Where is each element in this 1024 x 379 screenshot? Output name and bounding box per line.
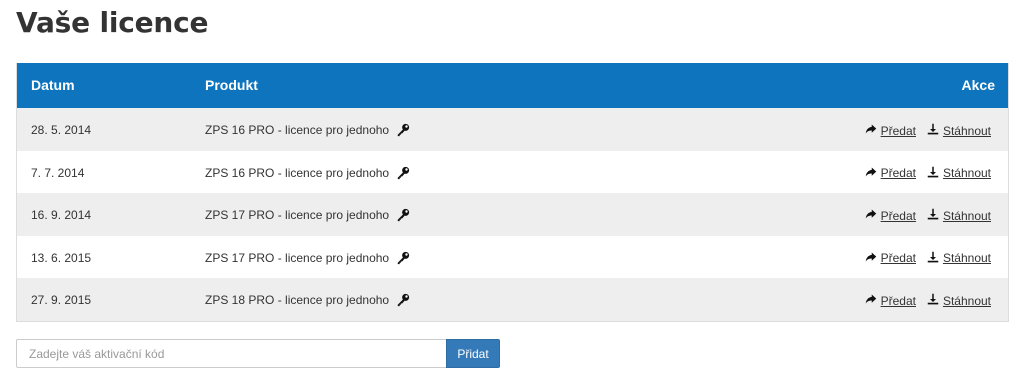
download-label: Stáhnout	[942, 251, 991, 266]
row-actions: Předat Stáhnout	[865, 123, 991, 138]
share-arrow-icon	[865, 293, 881, 308]
row-date: 13. 6. 2015	[31, 250, 92, 265]
row-product: ZPS 17 PRO - licence pro jednoho	[205, 251, 410, 265]
table-row: 7. 7. 2014 ZPS 16 PRO - licence pro jedno…	[17, 150, 1008, 194]
share-arrow-icon	[865, 166, 881, 181]
download-icon	[927, 293, 943, 308]
download-label: Stáhnout	[942, 293, 991, 308]
row-actions: Předat Stáhnout	[865, 208, 991, 223]
row-date: 7. 7. 2014	[31, 165, 85, 180]
row-product: ZPS 16 PRO - licence pro jednoho	[205, 123, 410, 137]
download-link[interactable]: Stáhnout	[927, 123, 991, 138]
row-product-name: ZPS 17 PRO - licence pro jednoho	[205, 250, 390, 265]
share-arrow-icon	[865, 208, 881, 223]
download-link[interactable]: Stáhnout	[927, 251, 991, 266]
row-product-name: ZPS 16 PRO - licence pro jednoho	[205, 123, 390, 137]
download-icon	[927, 251, 943, 266]
download-label: Stáhnout	[942, 208, 991, 223]
add-code-button[interactable]: Přidat	[446, 339, 500, 368]
row-product-name: ZPS 16 PRO - licence pro jednoho	[205, 165, 390, 180]
download-label: Stáhnout	[942, 166, 991, 181]
download-link[interactable]: Stáhnout	[927, 293, 991, 308]
header-product: Produkt	[205, 77, 258, 93]
row-product: ZPS 16 PRO - licence pro jednoho	[205, 166, 410, 180]
row-date: 28. 5. 2014	[31, 123, 92, 137]
download-icon	[927, 123, 943, 138]
transfer-link[interactable]: Předat	[865, 166, 916, 181]
transfer-label: Předat	[880, 166, 916, 181]
row-actions: Předat Stáhnout	[865, 251, 991, 266]
transfer-link[interactable]: Předat	[865, 208, 916, 223]
activation-code-input[interactable]	[16, 339, 446, 368]
key-icon[interactable]	[396, 208, 410, 222]
key-icon[interactable]	[396, 251, 410, 265]
table-row: 28. 5. 2014 ZPS 16 PRO - licence pro jedn…	[17, 108, 1008, 151]
row-date: 27. 9. 2015	[31, 293, 92, 308]
row-product-name: ZPS 18 PRO - licence pro jednoho	[205, 293, 390, 308]
header-date: Datum	[31, 77, 75, 93]
transfer-label: Předat	[880, 251, 916, 266]
transfer-link[interactable]: Předat	[865, 251, 916, 266]
download-icon	[927, 208, 943, 223]
row-actions: Předat Stáhnout	[865, 166, 991, 181]
header-actions: Akce	[961, 77, 995, 93]
row-product: ZPS 17 PRO - licence pro jednoho	[205, 208, 410, 222]
table-row: 27. 9. 2015 ZPS 18 PRO - licence pro jedn…	[17, 278, 1008, 321]
download-link[interactable]: Stáhnout	[927, 166, 991, 181]
key-icon[interactable]	[396, 166, 410, 180]
transfer-label: Předat	[880, 293, 916, 308]
page-title: Vaše licence	[16, 6, 209, 39]
table-body: 28. 5. 2014 ZPS 16 PRO - licence pro jedn…	[17, 108, 1008, 321]
table-row: 16. 9. 2014 ZPS 17 PRO - licence pro jedn…	[17, 193, 1008, 236]
share-arrow-icon	[865, 123, 881, 138]
row-actions: Předat Stáhnout	[865, 293, 991, 308]
key-icon[interactable]	[396, 123, 410, 137]
transfer-label: Předat	[880, 123, 916, 138]
row-product: ZPS 18 PRO - licence pro jednoho	[205, 293, 410, 307]
download-icon	[927, 166, 943, 181]
table-row: 13. 6. 2015 ZPS 17 PRO - licence pro jedn…	[17, 235, 1008, 279]
row-product-name: ZPS 17 PRO - licence pro jednoho	[205, 208, 390, 223]
download-link[interactable]: Stáhnout	[927, 208, 991, 223]
download-label: Stáhnout	[942, 123, 991, 138]
activation-form: Přidat	[16, 339, 500, 368]
share-arrow-icon	[865, 251, 881, 266]
row-date: 16. 9. 2014	[31, 208, 92, 223]
transfer-label: Předat	[880, 208, 916, 223]
key-icon[interactable]	[396, 293, 410, 307]
transfer-link[interactable]: Předat	[865, 293, 916, 308]
licence-table: Datum Produkt Akce 28. 5. 2014 ZPS 16 PRO…	[16, 63, 1009, 322]
table-header: Datum Produkt Akce	[17, 63, 1008, 108]
transfer-link[interactable]: Předat	[865, 123, 916, 138]
